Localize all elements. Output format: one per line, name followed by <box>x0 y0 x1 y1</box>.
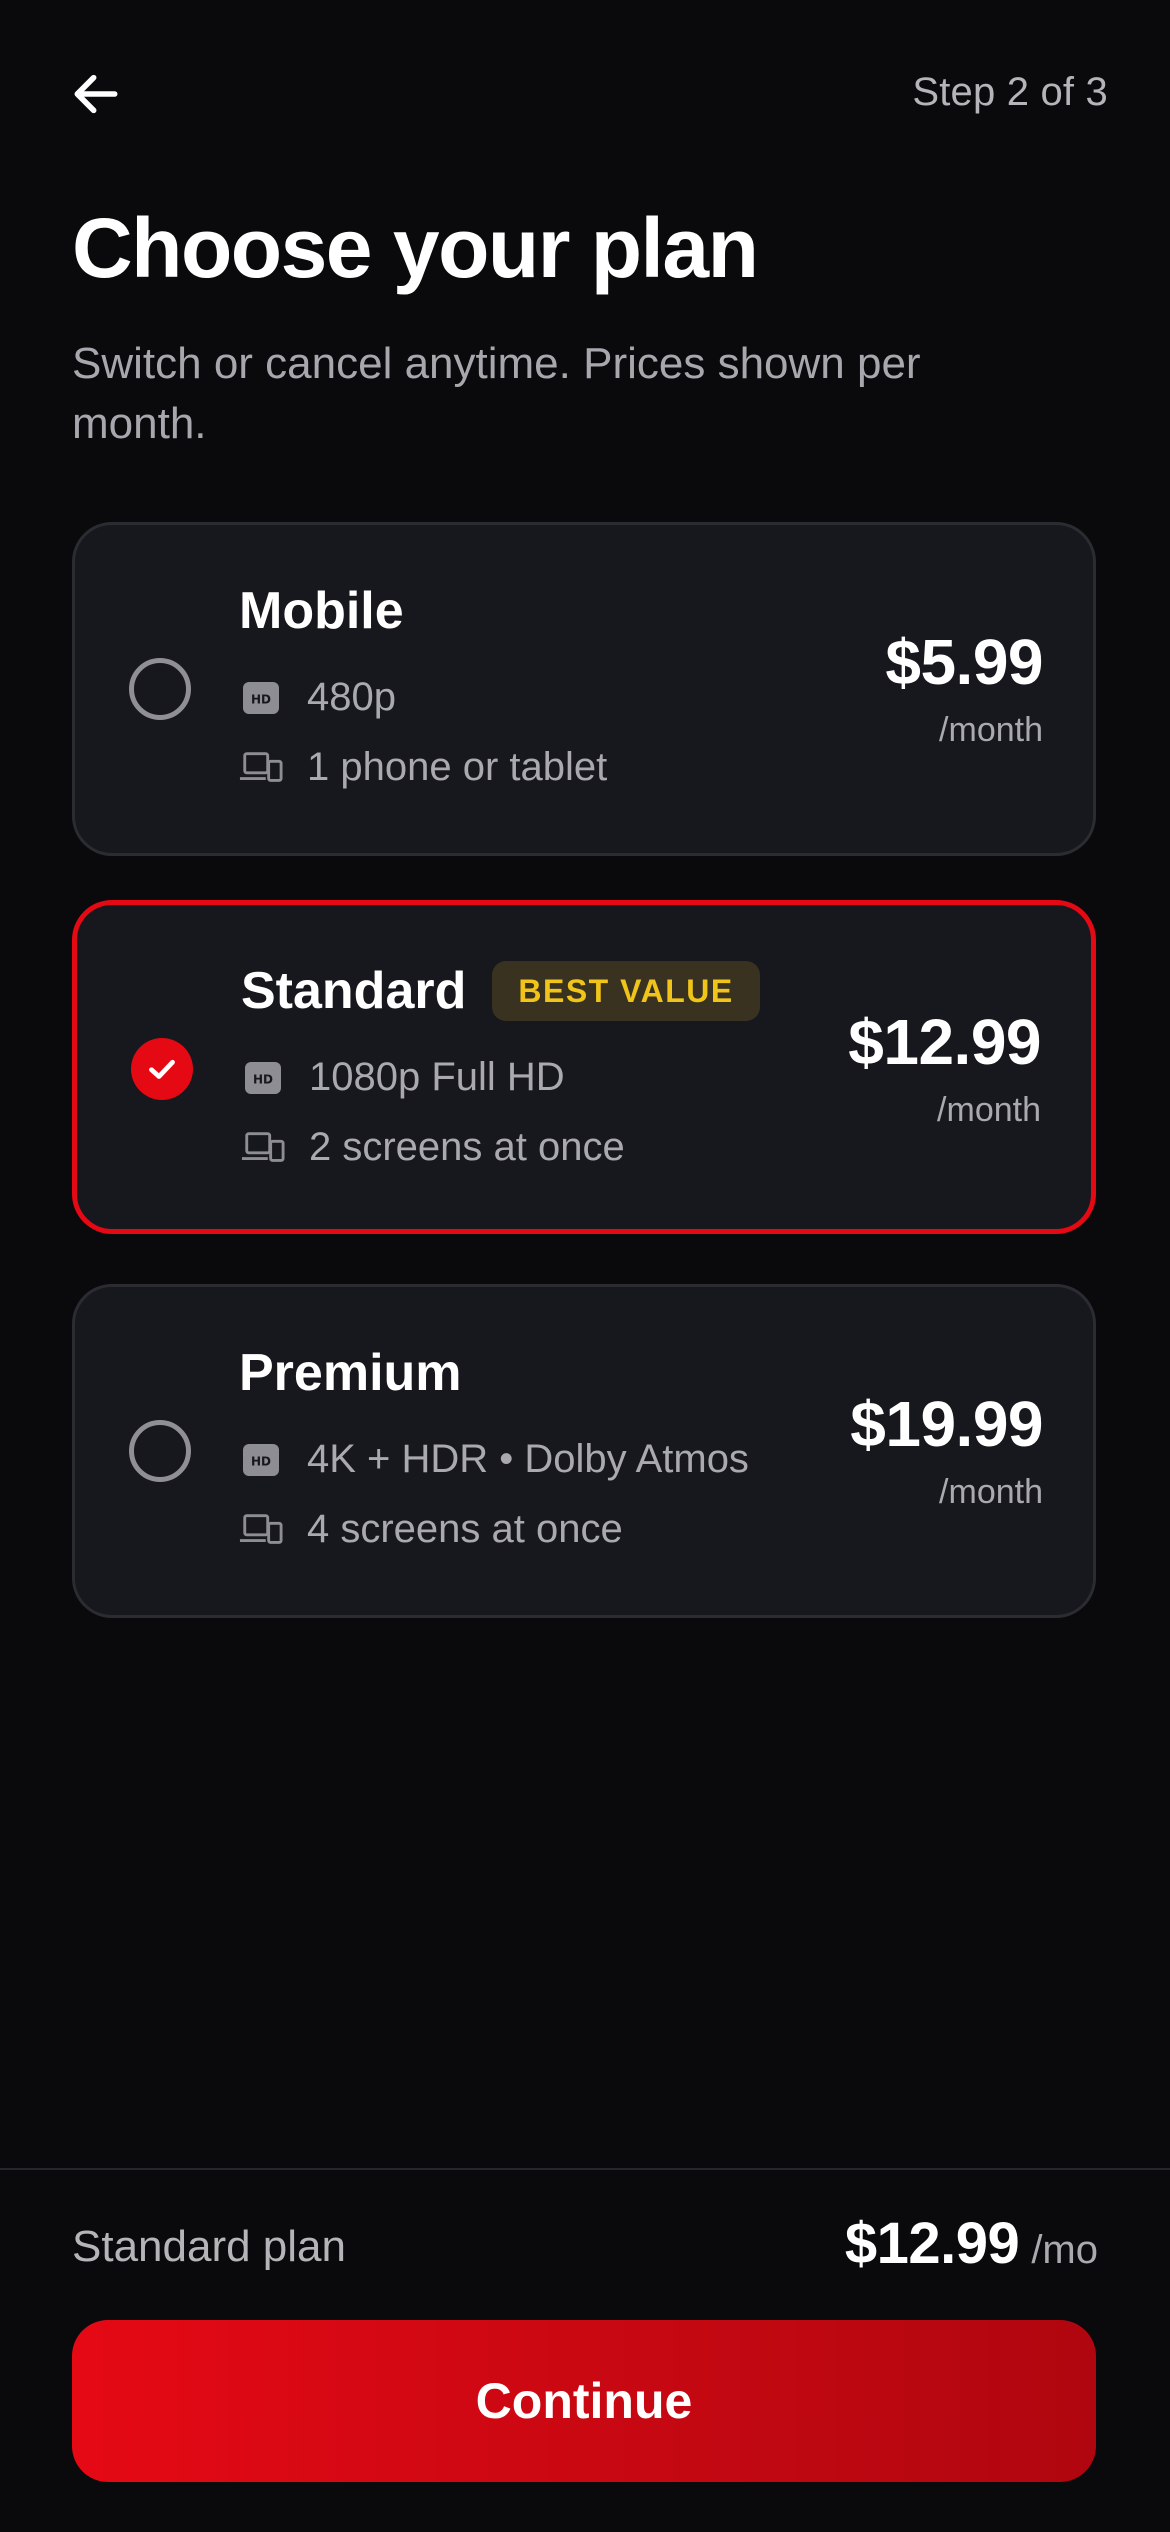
svg-text:HD: HD <box>253 1072 273 1086</box>
bottom-divider <box>0 2168 1170 2170</box>
summary-unit: /mo <box>1031 2228 1098 2272</box>
continue-button[interactable]: Continue <box>72 2320 1096 2482</box>
plan-name: Premium <box>239 1344 462 1402</box>
hd-icon: HD <box>239 678 283 718</box>
devices-icon <box>239 748 283 788</box>
check-icon <box>149 1059 175 1079</box>
summary-price: $12.99 /mo <box>845 2210 1098 2277</box>
page-subtitle: Switch or cancel anytime. Prices shown p… <box>72 339 921 448</box>
devices-icon <box>241 1128 285 1168</box>
plan-screens-text: 1 phone or tablet <box>307 745 608 789</box>
plan-feature-screens: 2 screens at once <box>241 1125 625 1170</box>
plan-feature-screens: 4 screens at once <box>239 1507 623 1552</box>
plan-screens-text: 4 screens at once <box>307 1507 623 1551</box>
plan-feature-screens: 1 phone or tablet <box>239 745 607 790</box>
plan-card-mobile[interactable]: Mobile HD 480p 1 phone or tablet $5.99 /… <box>72 522 1096 856</box>
plan-name-row: Mobile <box>239 581 404 641</box>
plan-price: $5.99 <box>885 626 1043 698</box>
plan-quality-text: 480p <box>307 675 396 719</box>
plan-price: $12.99 <box>848 1006 1041 1078</box>
plan-period: /month <box>939 711 1043 749</box>
plan-name-row: Premium <box>239 1343 462 1403</box>
arrow-left-icon <box>74 74 118 114</box>
plan-name: Mobile <box>239 582 404 640</box>
best-value-badge: BEST VALUE <box>492 961 760 1021</box>
summary-plan-label: Standard plan <box>72 2222 346 2271</box>
plan-feature-quality: HD 1080p Full HD <box>241 1055 565 1100</box>
plan-quality-text: 4K + HDR • Dolby Atmos <box>307 1437 749 1481</box>
radio-button-checked[interactable] <box>131 1038 193 1100</box>
plan-name-row: Standard BEST VALUE <box>241 961 760 1021</box>
plan-card-premium[interactable]: Premium HD 4K + HDR • Dolby Atmos 4 scre… <box>72 1284 1096 1618</box>
plan-card-standard[interactable]: Standard BEST VALUE HD 1080p Full HD 2 s… <box>72 900 1096 1234</box>
plan-period: /month <box>937 1091 1041 1129</box>
hd-icon: HD <box>241 1058 285 1098</box>
plan-quality-text: 1080p Full HD <box>309 1055 565 1099</box>
radio-button[interactable] <box>129 658 191 720</box>
back-button[interactable] <box>56 54 136 134</box>
summary-amount: $12.99 <box>844 2211 1020 2276</box>
step-indicator: Step 2 of 3 <box>912 70 1108 114</box>
hd-icon: HD <box>239 1440 283 1480</box>
devices-icon <box>239 1510 283 1550</box>
svg-text:HD: HD <box>251 692 271 706</box>
top-bar: Step 2 of 3 <box>0 0 1170 190</box>
svg-text:HD: HD <box>251 1454 271 1468</box>
plan-screens-text: 2 screens at once <box>309 1125 625 1169</box>
plan-feature-quality: HD 4K + HDR • Dolby Atmos <box>239 1437 749 1482</box>
radio-button[interactable] <box>129 1420 191 1482</box>
plan-period: /month <box>939 1473 1043 1511</box>
plan-price: $19.99 <box>850 1388 1043 1460</box>
page-title: Choose your plan <box>72 201 759 295</box>
plan-name: Standard <box>241 962 467 1020</box>
plan-feature-quality: HD 480p <box>239 675 396 720</box>
